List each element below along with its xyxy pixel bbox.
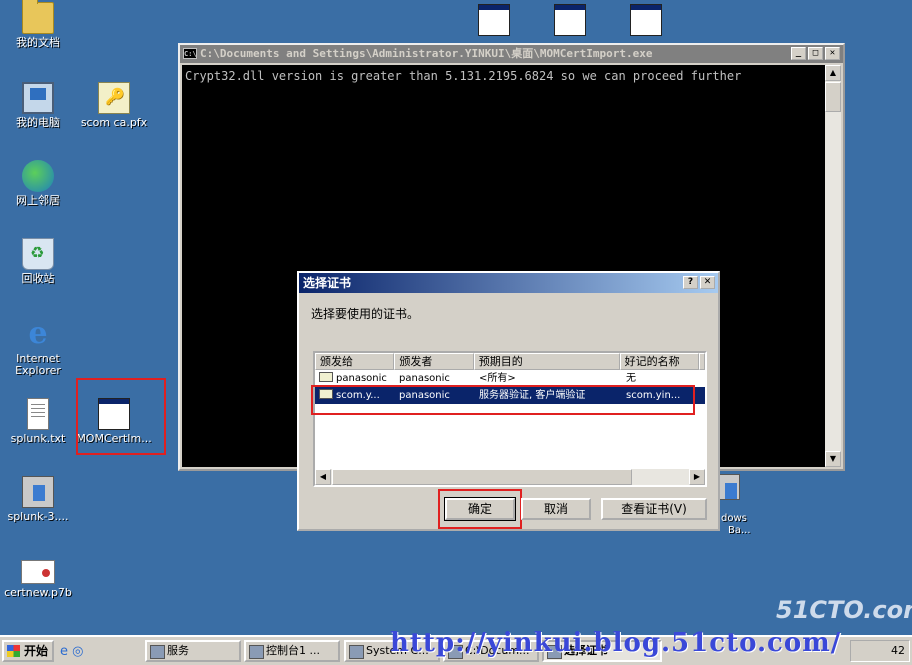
list-header: 颁发给 颁发者 预期目的 好记的名称 <box>315 353 705 370</box>
desktop-label-partial: dows <box>721 513 747 524</box>
desktop-icon-internet-explorer[interactable]: e Internet Explorer <box>0 318 76 377</box>
scroll-up-icon[interactable]: ▲ <box>825 65 841 81</box>
desktop-icon-certnew[interactable]: certnew.p7b <box>0 560 76 599</box>
folder-icon <box>22 0 54 34</box>
close-button[interactable]: ✕ <box>700 276 715 289</box>
help-button[interactable]: ? <box>683 276 698 289</box>
text-file-icon <box>27 398 49 430</box>
view-certificate-button[interactable]: 查看证书(V) <box>601 498 707 520</box>
installer-icon <box>22 476 54 508</box>
desktop-icon-scom-pfx[interactable]: scom ca.pfx <box>76 82 152 129</box>
highlight-box-exe <box>76 378 166 455</box>
column-issued-to[interactable]: 颁发给 <box>315 353 395 370</box>
desktop-icon-my-computer[interactable]: 我的电脑 <box>0 82 76 129</box>
column-empty <box>699 353 705 370</box>
close-button[interactable]: ✕ <box>825 47 840 60</box>
console-scrollbar[interactable]: ▲ ▼ <box>825 65 841 467</box>
certificate-key-icon <box>98 82 130 114</box>
quick-launch-ie-icon[interactable]: e ◎ <box>60 644 83 659</box>
computer-icon <box>22 82 54 114</box>
scroll-thumb[interactable] <box>332 469 632 485</box>
certificate-icon <box>21 560 55 584</box>
minimize-button[interactable]: _ <box>791 47 806 60</box>
desktop-label-partial: Ba... <box>728 525 751 536</box>
scroll-left-icon[interactable]: ◀ <box>315 469 331 485</box>
scroll-thumb[interactable] <box>825 82 841 112</box>
highlight-box-row <box>311 385 695 415</box>
dialog-title: 选择证书 <box>303 276 352 290</box>
column-purpose[interactable]: 预期目的 <box>473 353 620 370</box>
ie-icon: e <box>28 316 48 351</box>
scroll-down-icon[interactable]: ▼ <box>825 451 841 467</box>
dialog-title-bar[interactable]: 选择证书 ? ✕ <box>299 273 718 293</box>
exe-icon[interactable] <box>478 4 510 36</box>
network-icon <box>22 160 54 192</box>
cancel-button[interactable]: 取消 <box>521 498 591 520</box>
list-scrollbar[interactable]: ◀ ▶ <box>315 469 705 485</box>
console-title: C:\Documents and Settings\Administrator.… <box>200 47 653 60</box>
exe-icon[interactable] <box>554 4 586 36</box>
desktop-icon-my-documents[interactable]: 我的文档 <box>0 0 76 49</box>
watermark-51cto: 51CTO.com <box>776 596 912 624</box>
scroll-right-icon[interactable]: ▶ <box>689 469 705 485</box>
certificate-icon <box>319 372 333 382</box>
column-issuer[interactable]: 颁发者 <box>394 353 474 370</box>
dialog-prompt: 选择要使用的证书。 <box>311 307 420 321</box>
system-tray[interactable]: 42 <box>850 640 910 662</box>
desktop-icon-recycle-bin[interactable]: 回收站 <box>0 238 76 285</box>
select-certificate-dialog[interactable]: 选择证书 ? ✕ 选择要使用的证书。 颁发给 颁发者 预期目的 好记的名称 pa… <box>297 271 720 531</box>
start-button[interactable]: 开始 <box>2 640 54 662</box>
exe-icon[interactable] <box>630 4 662 36</box>
console-title-bar[interactable]: C:\ C:\Documents and Settings\Administra… <box>180 45 843 63</box>
desktop-icon-network[interactable]: 网上邻居 <box>0 160 76 207</box>
desktop-icon-splunk-txt[interactable]: splunk.txt <box>0 398 76 445</box>
recycle-bin-icon <box>22 238 54 270</box>
column-friendly-name[interactable]: 好记的名称 <box>619 353 699 370</box>
certificate-list[interactable]: 颁发给 颁发者 预期目的 好记的名称 panasonic panasonic <… <box>313 351 707 487</box>
highlight-box-ok <box>438 489 522 529</box>
taskbar-item-services[interactable]: 服务 <box>145 640 241 662</box>
taskbar-item-console[interactable]: 控制台1 ... <box>244 640 340 662</box>
console-icon: C:\ <box>183 48 197 59</box>
desktop-icon-splunk-installer[interactable]: splunk-3.... <box>0 476 76 523</box>
maximize-button[interactable]: □ <box>808 47 823 60</box>
watermark-url: http://yinkui.blog.51cto.com/ <box>390 628 842 658</box>
